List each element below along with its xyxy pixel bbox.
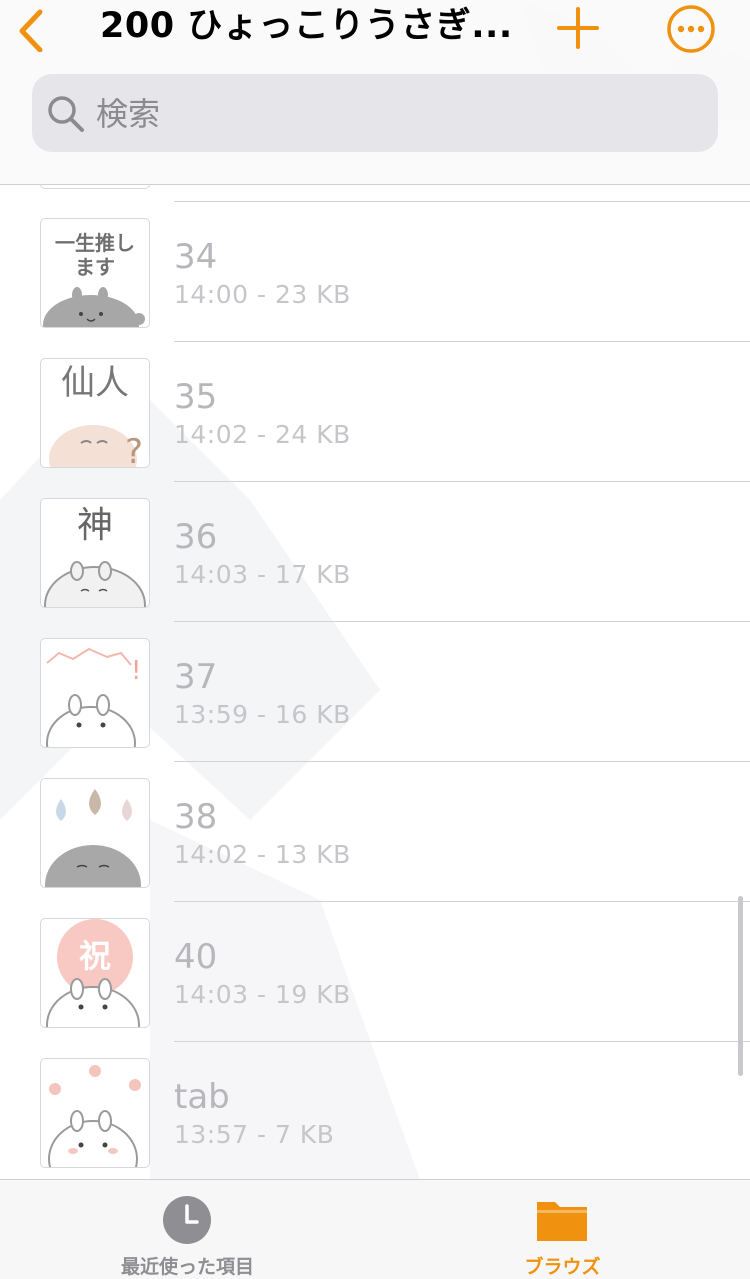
scrollbar[interactable]: [738, 896, 743, 1076]
file-meta: 14:02 - 24 KB: [174, 420, 351, 449]
file-thumbnail: 一生推します: [40, 218, 150, 328]
more-options-button[interactable]: [666, 4, 716, 54]
file-name: 38: [174, 797, 218, 837]
folder-icon: [537, 1202, 587, 1241]
tab-browse[interactable]: ブラウズ: [375, 1180, 750, 1279]
add-button[interactable]: [556, 6, 600, 50]
search-bar[interactable]: [32, 74, 718, 154]
file-row[interactable]: 神 36 14:03 - 17 KB: [0, 482, 750, 622]
usagi-sticker-icon: ?: [49, 425, 143, 467]
file-row[interactable]: 祝 40 14:03 - 19 KB: [0, 902, 750, 1042]
thumbnail-caption: 祝: [78, 937, 111, 975]
file-meta: 13:59 - 16 KB: [174, 700, 351, 729]
file-row[interactable]: ! 37 13:59 - 16 KB: [0, 622, 750, 762]
ellipsis-circle-icon: [667, 5, 715, 53]
navigation-header: 200 ひょっこりうさぎ...: [0, 0, 750, 185]
file-row[interactable]: 一生推します 34 14:00 - 23 KB: [0, 202, 750, 342]
file-list: 一生推します 34 14:00 - 23 KB 仙人 ? 35 14:02 - …: [0, 184, 750, 1179]
file-thumbnail: 神: [40, 498, 150, 608]
back-button[interactable]: [10, 4, 54, 53]
page-title: 200 ひょっこりうさぎ...: [100, 6, 510, 46]
file-name: 40: [174, 937, 218, 977]
file-meta: 14:03 - 17 KB: [174, 560, 351, 589]
file-name: 36: [174, 517, 218, 557]
svg-text:!: !: [131, 656, 141, 686]
file-name: tab: [174, 1077, 230, 1117]
usagi-sticker-icon: [43, 287, 145, 327]
file-meta: 14:00 - 23 KB: [174, 280, 351, 309]
file-thumbnail: [40, 778, 150, 888]
search-icon: [48, 96, 84, 132]
file-thumbnail: 仙人 ?: [40, 358, 150, 468]
file-row[interactable]: 仙人 ? 35 14:02 - 24 KB: [0, 342, 750, 482]
file-meta: 14:02 - 13 KB: [174, 840, 351, 869]
tab-bar: 最近使った項目 ブラウズ: [0, 1179, 750, 1279]
chevron-left-icon: [19, 9, 43, 53]
usagi-sticker-icon: [45, 789, 141, 887]
file-name: 37: [174, 657, 218, 697]
clock-icon: [163, 1196, 211, 1244]
file-thumbnail: [40, 1058, 150, 1168]
file-row[interactable]: 38 14:02 - 13 KB: [0, 762, 750, 902]
svg-text:?: ?: [125, 432, 143, 467]
search-input[interactable]: [94, 74, 698, 154]
partial-list-item: [0, 184, 750, 202]
plus-icon: [557, 7, 599, 49]
tab-browse-label: ブラウズ: [524, 1256, 601, 1278]
tab-recents-label: 最近使った項目: [120, 1256, 254, 1278]
file-meta: 14:03 - 19 KB: [174, 980, 351, 1009]
file-thumbnail: 祝: [40, 918, 150, 1028]
usagi-sticker-icon: !: [46, 647, 141, 747]
usagi-sticker-icon: [44, 561, 146, 607]
tab-recents[interactable]: 最近使った項目: [0, 1180, 375, 1279]
file-name: 35: [174, 377, 218, 417]
file-row[interactable]: tab 13:57 - 7 KB: [0, 1042, 750, 1179]
file-thumbnail: !: [40, 638, 150, 748]
usagi-sticker-icon: [48, 1065, 141, 1167]
file-meta: 13:57 - 7 KB: [174, 1120, 335, 1149]
file-name: 34: [174, 237, 218, 277]
